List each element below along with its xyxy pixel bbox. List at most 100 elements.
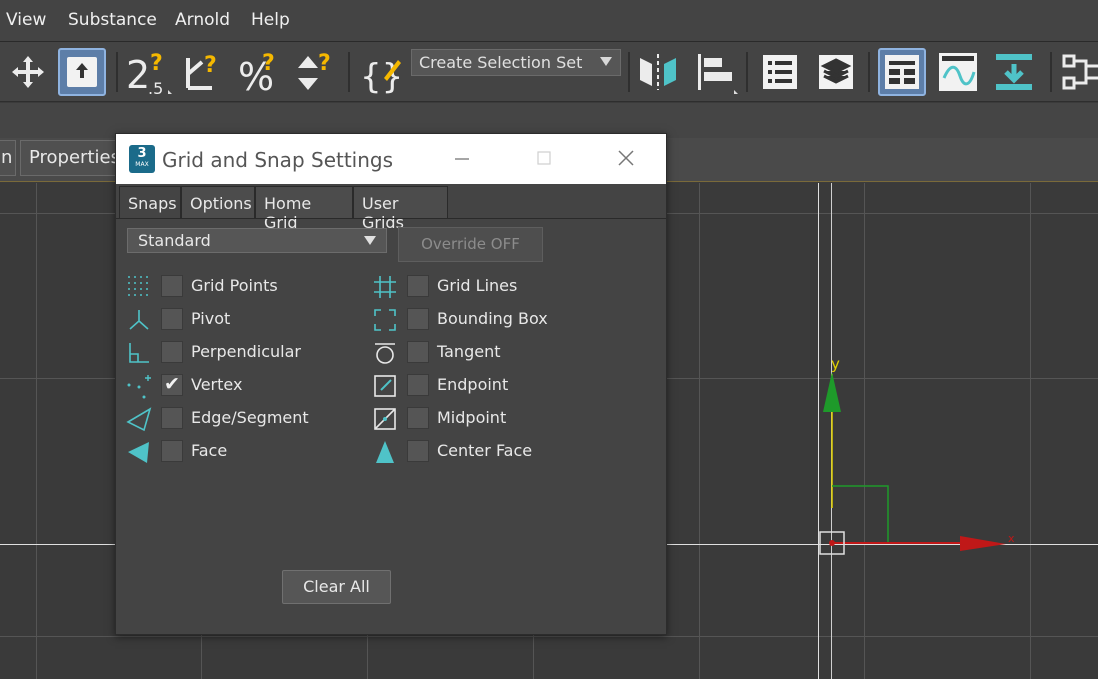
svg-text:?: ? bbox=[318, 51, 331, 76]
grid-points-checkbox[interactable] bbox=[161, 275, 183, 297]
tab-options[interactable]: Options bbox=[181, 186, 255, 219]
svg-text:.5: .5 bbox=[148, 79, 163, 96]
perpendicular-label: Perpendicular bbox=[191, 342, 302, 361]
grid-line bbox=[1030, 183, 1031, 679]
x-axis-arrow-icon[interactable] bbox=[960, 536, 1006, 551]
snap-toggle-icon[interactable]: 2.5? bbox=[124, 48, 172, 96]
move-icon[interactable] bbox=[4, 48, 52, 96]
snap-option-bounding-box[interactable]: Bounding Box bbox=[372, 307, 572, 333]
menu-arnold[interactable]: Arnold bbox=[175, 10, 230, 30]
snap-category-dropdown[interactable]: Standard bbox=[127, 228, 387, 253]
menu-view[interactable]: View bbox=[6, 10, 46, 30]
maximize-icon[interactable] bbox=[529, 148, 559, 170]
tab-snaps[interactable]: Snaps bbox=[119, 186, 181, 219]
grid-line bbox=[0, 636, 1098, 637]
y-axis-label: y bbox=[831, 355, 840, 373]
bounding-box-checkbox[interactable] bbox=[407, 308, 429, 330]
y-axis-arrow-icon[interactable] bbox=[823, 372, 841, 412]
face-checkbox[interactable] bbox=[161, 440, 183, 462]
snap-option-midpoint[interactable]: Midpoint bbox=[372, 406, 572, 432]
logo-number: 3 bbox=[137, 146, 147, 161]
snap-option-vertex[interactable]: ✔ Vertex bbox=[126, 373, 326, 399]
toggle-ribbon-icon[interactable] bbox=[878, 48, 926, 96]
selection-set-label: Create Selection Set bbox=[419, 53, 583, 72]
vertex-icon bbox=[127, 375, 151, 399]
edge-segment-label: Edge/Segment bbox=[191, 408, 309, 427]
menu-substance[interactable]: Substance bbox=[68, 10, 157, 30]
grid-lines-checkbox[interactable] bbox=[407, 275, 429, 297]
snap-option-face[interactable]: Face bbox=[126, 439, 326, 465]
grid-points-icon bbox=[128, 276, 148, 296]
checkmark-icon: ✔ bbox=[164, 373, 180, 395]
midpoint-icon bbox=[374, 408, 396, 430]
svg-text:?: ? bbox=[204, 53, 217, 78]
dialog-titlebar[interactable]: 3 MAX Grid and Snap Settings bbox=[116, 134, 666, 184]
vertex-label: Vertex bbox=[191, 375, 243, 394]
schematic-view-icon[interactable] bbox=[990, 48, 1038, 96]
clear-all-button[interactable]: Clear All bbox=[282, 570, 391, 604]
tab-home-grid[interactable]: Home Grid bbox=[255, 186, 353, 232]
toolbar-separator bbox=[868, 52, 870, 92]
scene-explorer-icon[interactable] bbox=[756, 48, 804, 96]
tangent-label: Tangent bbox=[437, 342, 501, 361]
grid-snap-settings-dialog: 3 MAX Grid and Snap Settings Snaps Optio… bbox=[115, 133, 667, 635]
edit-named-selection-icon[interactable]: {} bbox=[356, 48, 404, 96]
snap-option-center-face[interactable]: Center Face bbox=[372, 439, 572, 465]
endpoint-label: Endpoint bbox=[437, 375, 509, 394]
toolbar-separator bbox=[746, 52, 748, 92]
snap-option-edge-segment[interactable]: Edge/Segment bbox=[126, 406, 326, 432]
override-button[interactable]: Override OFF bbox=[398, 227, 543, 262]
pivot-point bbox=[829, 540, 835, 546]
layer-explorer-icon[interactable] bbox=[812, 48, 860, 96]
snap-option-grid-points[interactable]: Grid Points bbox=[126, 274, 326, 300]
pivot-checkbox[interactable] bbox=[161, 308, 183, 330]
endpoint-checkbox[interactable] bbox=[407, 374, 429, 396]
tangent-checkbox[interactable] bbox=[407, 341, 429, 363]
angle-snap-icon[interactable]: ? bbox=[180, 48, 228, 96]
material-editor-icon[interactable] bbox=[1056, 48, 1098, 96]
menu-bar: View Substance Arnold Help bbox=[0, 0, 1098, 42]
select-place-icon[interactable] bbox=[58, 48, 106, 96]
snap-option-perpendicular[interactable]: Perpendicular bbox=[126, 340, 326, 366]
perpendicular-checkbox[interactable] bbox=[161, 341, 183, 363]
curve-editor-icon[interactable] bbox=[934, 48, 982, 96]
percent-snap-icon[interactable]: %? bbox=[236, 48, 284, 96]
spinner-snap-icon[interactable]: ? bbox=[292, 48, 340, 96]
x-axis-label: x bbox=[1008, 532, 1015, 545]
toolbar-separator bbox=[1050, 52, 1052, 92]
dialog-title: Grid and Snap Settings bbox=[162, 148, 394, 172]
mirror-icon[interactable] bbox=[634, 48, 682, 96]
selection-set-dropdown[interactable]: Create Selection Set bbox=[411, 49, 621, 76]
midpoint-checkbox[interactable] bbox=[407, 407, 429, 429]
command-panel-tab-partial[interactable]: n bbox=[0, 140, 16, 176]
grid-line bbox=[699, 183, 700, 679]
tab-user-grids[interactable]: User Grids bbox=[353, 186, 448, 232]
grid-line bbox=[36, 183, 37, 679]
snap-option-grid-lines[interactable]: Grid Lines bbox=[372, 274, 572, 300]
vertex-checkbox[interactable]: ✔ bbox=[161, 373, 183, 396]
face-label: Face bbox=[191, 441, 228, 460]
menu-help[interactable]: Help bbox=[251, 10, 290, 30]
center-face-checkbox[interactable] bbox=[407, 440, 429, 462]
grid-points-label: Grid Points bbox=[191, 276, 278, 295]
tab-divider bbox=[116, 218, 666, 219]
bounding-box-label: Bounding Box bbox=[437, 309, 548, 328]
svg-text:?: ? bbox=[262, 51, 275, 76]
edge-segment-checkbox[interactable] bbox=[161, 407, 183, 429]
align-icon[interactable] bbox=[690, 48, 738, 96]
edge-segment-icon bbox=[126, 407, 152, 432]
tab-properties[interactable]: Properties bbox=[20, 140, 124, 176]
toolbar-separator bbox=[628, 52, 630, 92]
grid-lines-label: Grid Lines bbox=[437, 276, 518, 295]
snap-option-pivot[interactable]: Pivot bbox=[126, 307, 326, 333]
pivot-label: Pivot bbox=[191, 309, 231, 328]
pivot-icon bbox=[129, 310, 149, 330]
snap-option-endpoint[interactable]: Endpoint bbox=[372, 373, 572, 399]
endpoint-icon bbox=[374, 375, 396, 397]
midpoint-label: Midpoint bbox=[437, 408, 507, 427]
snap-option-tangent[interactable]: Tangent bbox=[372, 340, 572, 366]
minimize-icon[interactable] bbox=[447, 148, 477, 170]
close-icon[interactable] bbox=[611, 148, 641, 170]
transform-gizmo[interactable]: y x bbox=[790, 348, 1030, 578]
bounding-box-icon bbox=[374, 309, 396, 331]
